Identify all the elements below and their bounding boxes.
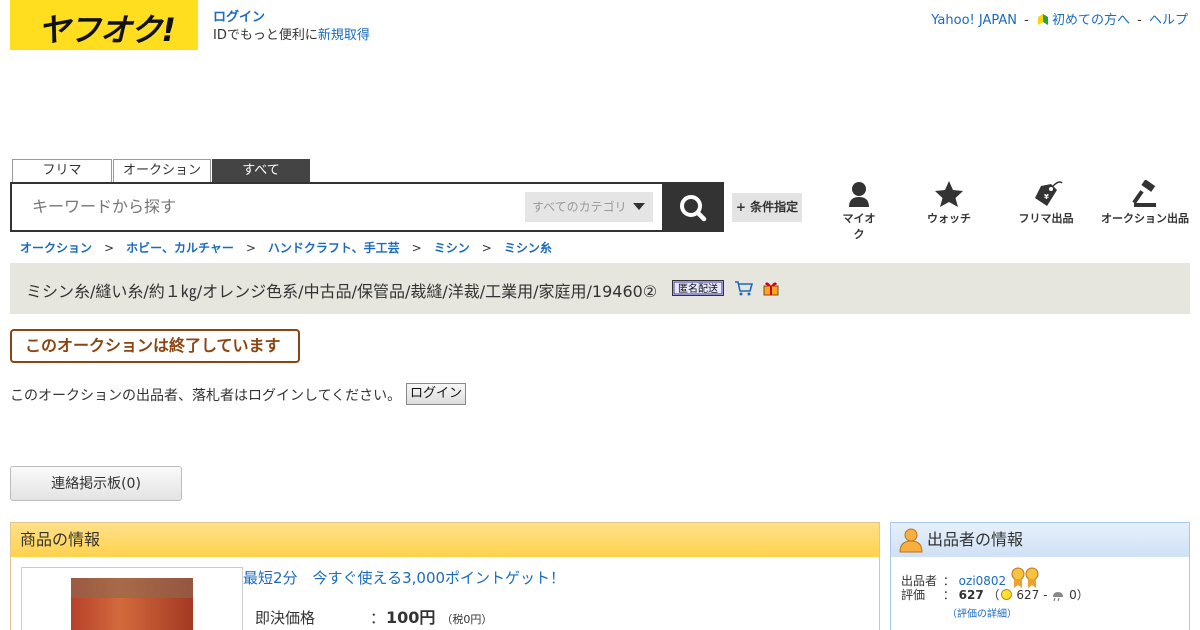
search-input[interactable] [32, 197, 512, 216]
search-icon [680, 195, 707, 222]
login-button[interactable]: ログイン [406, 383, 466, 405]
login-link[interactable]: ログイン [213, 10, 265, 25]
search-tabs: フリマ オークション すべて [12, 159, 311, 183]
seller-info-header: 出品者の情報 [891, 523, 1189, 557]
breadcrumb-item[interactable]: ミシン [434, 241, 470, 255]
gift-icon [763, 282, 779, 296]
price-colon: ： [370, 609, 386, 627]
login-message: このオークションの出品者、落札者はログインしてください。 [10, 388, 402, 404]
user-icon [849, 182, 869, 207]
nav-auction-listing[interactable]: オークション出品 [1099, 180, 1191, 226]
breadcrumb: オークション > ホビー、カルチャー > ハンドクラフト、手工芸 > ミシン > ミシン糸 [20, 239, 552, 256]
promo-link[interactable]: 最短2分 今すぐ使える3,000ポイントゲット！ [243, 567, 565, 588]
star-icon [935, 181, 963, 207]
price-label: 即決価格 [255, 609, 316, 627]
cart-icon [735, 281, 754, 296]
auction-ended-notice: このオークションは終了しています [10, 329, 300, 363]
tab-furima[interactable]: フリマ [12, 159, 112, 183]
beginner-mark-icon [1037, 14, 1048, 25]
breadcrumb-separator: > [411, 241, 422, 255]
login-sub-text: IDでもっと便利に [213, 28, 318, 43]
rating-detail-link[interactable]: （評価の詳細） [947, 609, 1017, 620]
yahoo-japan-link[interactable]: Yahoo! JAPAN [931, 13, 1017, 28]
product-info-panel: 商品の情報 最短2分 今すぐ使える3,000ポイントゲット！ 即決価格 ：100円… [10, 522, 880, 630]
breadcrumb-item[interactable]: ハンドクラフト、手工芸 [268, 241, 400, 255]
price-tag-icon: ¥ [1035, 181, 1063, 206]
seller-info-title: 出品者の情報 [927, 530, 1024, 549]
beginner-link[interactable]: 初めての方へ [1052, 13, 1130, 28]
breadcrumb-item[interactable]: ミシン糸 [504, 241, 552, 255]
separator: - [1024, 13, 1029, 28]
message-board-button[interactable]: 連絡掲示板(0) [10, 466, 182, 501]
item-title-bar: ミシン糸/縫い糸/約１㎏/オレンジ色系/中古品/保管品/裁縫/洋裁/工業用/家庭… [10, 263, 1190, 314]
nav-label: マイオク [842, 212, 876, 241]
product-info-header: 商品の情報 [11, 523, 879, 557]
nav-watch[interactable]: ウォッチ [925, 180, 973, 226]
search-box: すべてのカテゴリ [10, 182, 664, 232]
category-select[interactable]: すべてのカテゴリ [525, 192, 653, 222]
product-image-background [71, 578, 193, 598]
tab-all[interactable]: すべて [212, 159, 310, 183]
separator: - [1137, 13, 1142, 28]
yahuoku-logo[interactable]: ヤフオク! [10, 0, 198, 50]
item-title: ミシン糸/縫い糸/約１㎏/オレンジ色系/中古品/保管品/裁縫/洋裁/工業用/家庭… [26, 282, 658, 301]
login-box: ログイン IDでもっと便利に新規取得 [213, 9, 370, 45]
svg-text:¥: ¥ [1044, 193, 1049, 201]
category-select-value: すべてのカテゴリ [532, 200, 627, 214]
product-thumbnail[interactable] [21, 567, 243, 630]
rating-colon: ： [942, 588, 955, 602]
search-button[interactable] [662, 182, 724, 232]
seller-info-body: 出品者 ： ozi0802 評価 ： 627 （ 627 - 0） （評価の詳細… [891, 557, 1189, 630]
nav-label: オークション出品 [1101, 212, 1189, 225]
help-link[interactable]: ヘルプ [1149, 13, 1188, 28]
rating-bad: 0 [1069, 588, 1077, 602]
dropdown-arrow-icon [633, 203, 645, 210]
buy-now-price-row: 即決価格 ：100円 （税0円） [255, 604, 492, 628]
bad-rating-icon [1053, 592, 1064, 602]
breadcrumb-separator: > [104, 241, 115, 255]
price-value: 100円 [386, 608, 436, 627]
rating-row: 評価 ： 627 （ 627 - 0） [901, 588, 1089, 602]
good-rating-icon [1000, 589, 1012, 600]
nav-label: ウォッチ [927, 212, 971, 225]
nav-icons: マイオク ウォッチ ¥ フリマ出品 オークション出品 [820, 180, 1200, 241]
item-badges: 匿名配送 [672, 280, 780, 300]
signup-link[interactable]: 新規取得 [318, 28, 370, 43]
breadcrumb-item[interactable]: ホビー、カルチャー [126, 241, 234, 255]
breadcrumb-item[interactable]: オークション [20, 241, 92, 255]
breadcrumb-separator: > [245, 241, 256, 255]
rating-total: 627 [958, 588, 984, 602]
gavel-icon [1132, 180, 1156, 207]
nav-myauc[interactable]: マイオク [838, 180, 880, 242]
anonymous-shipping-badge: 匿名配送 [672, 280, 724, 296]
nav-label: フリマ出品 [1018, 212, 1074, 225]
tab-auction[interactable]: オークション [113, 159, 211, 183]
logo-text: ヤフオク! [38, 11, 176, 49]
rating-good: 627 [1016, 588, 1040, 602]
rating-label: 評価 [901, 588, 926, 602]
top-links: Yahoo! JAPAN - 初めての方へ - ヘルプ [931, 9, 1188, 28]
rating-detail-row: （評価の詳細） [901, 605, 1179, 624]
seller-icon [899, 528, 923, 553]
breadcrumb-separator: > [481, 241, 492, 255]
nav-furima-listing[interactable]: ¥ フリマ出品 [1016, 180, 1076, 226]
price-tax: （税0円） [441, 613, 493, 626]
seller-row: 出品者 ： ozi0802 [901, 567, 1179, 588]
seller-info-panel: 出品者の情報 出品者 ： ozi0802 評価 ： 627 （ 627 - 0）… [890, 522, 1190, 630]
anonymous-shipping-label: 匿名配送 [678, 282, 718, 295]
condition-button[interactable]: + 条件指定 [732, 193, 802, 222]
